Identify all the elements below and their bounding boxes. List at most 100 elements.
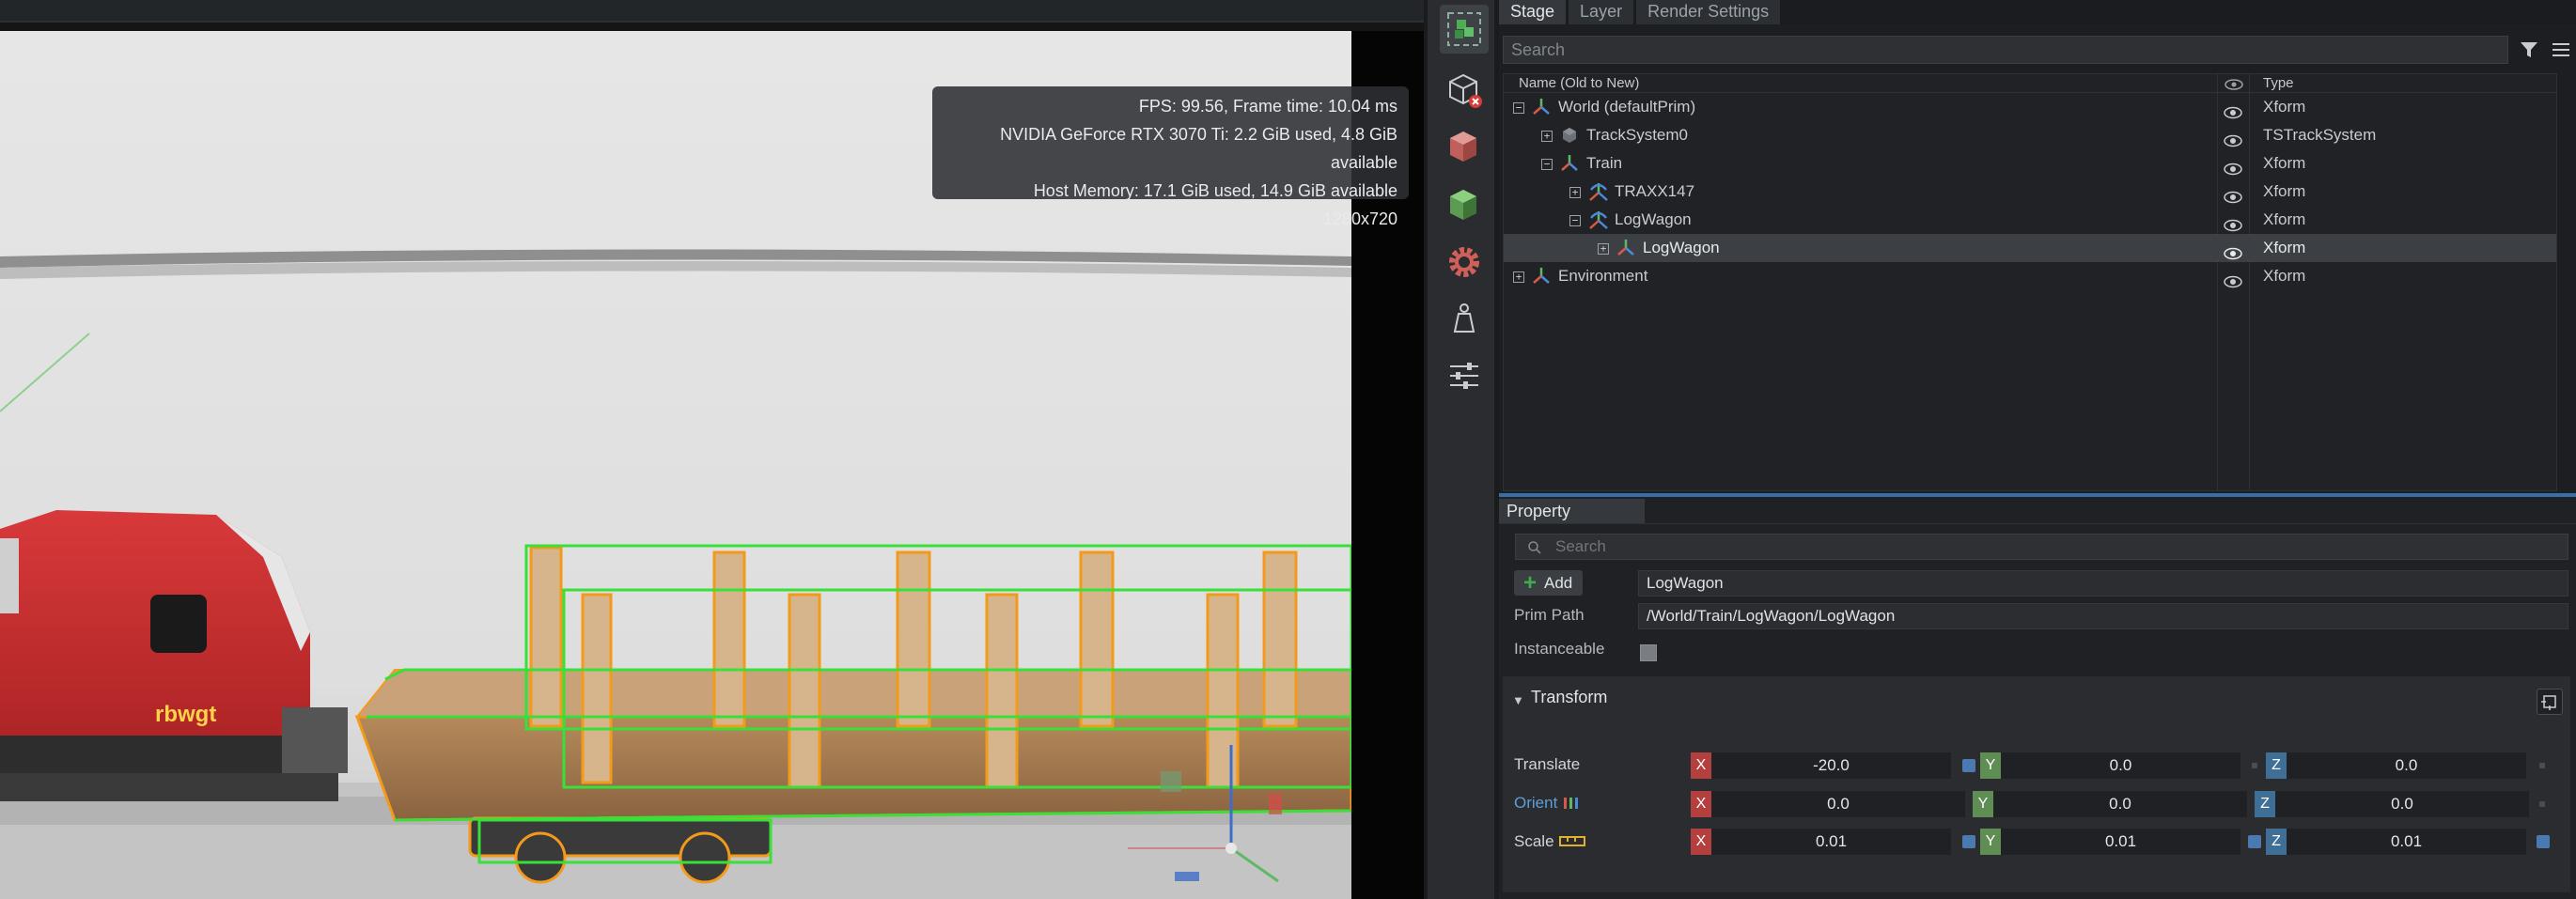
transform-title: Transform — [1531, 688, 1608, 706]
prim-path-field[interactable]: /World/Train/LogWagon/LogWagon — [1638, 603, 2568, 629]
axis-z-badge: Z — [2266, 829, 2287, 855]
tree-row-type: Xform — [2263, 210, 2306, 228]
hamburger-menu-icon[interactable] — [2552, 41, 2570, 63]
axis-x-badge: X — [1691, 829, 1711, 855]
prim-path-label: Prim Path — [1514, 606, 1585, 624]
orient-y-field[interactable]: 0.0 — [1993, 791, 2247, 817]
scale-x-field[interactable]: 0.01 — [1711, 829, 1951, 855]
tree-row-type: TSTrackSystem — [2263, 126, 2377, 144]
stage-search-input[interactable]: Search — [1503, 36, 2508, 64]
expand-icon[interactable]: + — [1513, 271, 1524, 283]
scale-label: Scale — [1514, 832, 1554, 850]
visibility-eye-icon[interactable] — [2224, 270, 2242, 298]
axis-y-badge: Y — [1980, 829, 2001, 855]
sliders-icon[interactable] — [1440, 351, 1489, 400]
green-cube-icon[interactable] — [1440, 180, 1489, 229]
stats-overlay: FPS: 99.56, Frame time: 10.04 ms NVIDIA … — [932, 86, 1409, 228]
default-indicator[interactable] — [2539, 801, 2545, 807]
tree-row-type: Xform — [2263, 267, 2306, 285]
xform-icon — [1532, 267, 1551, 286]
xform-icon — [1560, 154, 1579, 173]
scale-y-field[interactable]: 0.01 — [2001, 829, 2240, 855]
xform-icon — [1616, 239, 1635, 257]
tree-row-train[interactable]: − Train Xform — [1504, 149, 2556, 178]
link-toggle[interactable] — [1962, 759, 1975, 772]
filter-icon[interactable] — [2520, 41, 2538, 63]
tab-render-settings[interactable]: Render Settings — [1636, 0, 1781, 24]
link-toggle[interactable] — [2537, 835, 2550, 848]
instanceable-checkbox[interactable] — [1640, 644, 1657, 661]
expand-icon[interactable]: + — [1541, 131, 1553, 142]
weight-icon[interactable] — [1440, 295, 1489, 344]
tree-row-type: Xform — [2263, 239, 2306, 256]
default-indicator[interactable] — [2252, 763, 2257, 768]
axis-y-badge: Y — [1973, 791, 1993, 817]
tree-row-logwagon[interactable]: − LogWagon Xform — [1504, 206, 2556, 234]
stage-tree[interactable]: Name (Old to New) Type − World (defaultP… — [1503, 73, 2557, 491]
column-type-header[interactable]: Type — [2263, 74, 2294, 93]
rigid-body-icon — [1588, 182, 1608, 201]
link-toggle[interactable] — [1962, 835, 1975, 848]
expand-icon[interactable]: + — [1569, 187, 1581, 198]
tree-row-name: TrackSystem0 — [1586, 126, 1689, 144]
locomotive-logo: rbwgt — [155, 702, 216, 727]
collapse-caret-icon[interactable]: ▼ — [1512, 693, 1524, 707]
tree-row-name: TRAXX147 — [1615, 182, 1695, 200]
axis-x-badge: X — [1691, 791, 1711, 817]
tab-layer[interactable]: Layer — [1569, 0, 1634, 24]
transform-options-icon[interactable] — [2537, 689, 2563, 715]
translate-z-field[interactable]: 0.0 — [2287, 752, 2526, 779]
link-toggle[interactable] — [2248, 835, 2261, 848]
host-memory-text: Host Memory: 17.1 GiB used, 14.9 GiB ava… — [1033, 181, 1397, 200]
scale-link-icon[interactable] — [1559, 833, 1585, 853]
transform-section: ▼ Transform Translate X -20.0 Y 0.0 Z 0.… — [1503, 676, 2570, 892]
axis-z-badge: Z — [2266, 752, 2287, 779]
collapse-icon[interactable]: − — [1541, 159, 1553, 170]
search-icon — [1527, 540, 1542, 560]
tree-row-traxx147[interactable]: + TRAXX147 Xform — [1504, 178, 2556, 206]
orient-z-field[interactable]: 0.0 — [2275, 791, 2529, 817]
viewport[interactable]: rbwgt FPS: 99.56, Frame time: 10.04 ms N… — [0, 0, 1424, 899]
expand-icon[interactable]: + — [1598, 243, 1609, 255]
tree-row-logwagon-child[interactable]: + LogWagon Xform — [1504, 234, 2556, 262]
translate-y-field[interactable]: 0.0 — [2001, 752, 2240, 779]
primitive-cube-delete-icon[interactable] — [1440, 66, 1489, 115]
settings-gear-icon[interactable] — [1440, 238, 1489, 287]
scale-z-field[interactable]: 0.01 — [2287, 829, 2526, 855]
stage-panel: Stage Layer Render Settings Search Name … — [1499, 0, 2576, 493]
divider — [1499, 523, 2576, 524]
translate-x-field[interactable]: -20.0 — [1711, 752, 1951, 779]
tree-row-type: Xform — [2263, 98, 2306, 116]
tree-row-environment[interactable]: + Environment Xform — [1504, 262, 2556, 290]
tree-row-type: Xform — [2263, 182, 2306, 200]
orient-label[interactable]: Orient — [1514, 794, 1557, 813]
collapse-icon[interactable]: − — [1513, 102, 1524, 114]
orient-x-field[interactable]: 0.0 — [1711, 791, 1965, 817]
axis-x-badge: X — [1691, 752, 1711, 779]
collapse-icon[interactable]: − — [1569, 215, 1581, 226]
gpu-text: NVIDIA GeForce RTX 3070 Ti: 2.2 GiB used… — [1000, 125, 1397, 172]
instanceable-label: Instanceable — [1514, 640, 1605, 658]
property-search-input[interactable]: Search — [1515, 534, 2568, 560]
tree-header: Name (Old to New) Type — [1504, 74, 2556, 93]
tool-bar — [1424, 0, 1499, 899]
material-cube-icon[interactable] — [1440, 122, 1489, 171]
tree-row-tracksystem[interactable]: + TrackSystem0 TSTrackSystem — [1504, 121, 2556, 149]
prim-name-field[interactable]: LogWagon — [1638, 570, 2568, 597]
tree-row-world[interactable]: − World (defaultPrim) Xform — [1504, 93, 2556, 121]
property-panel: Property Search Add + LogWagon Prim Path… — [1499, 493, 2576, 899]
resolution-text: 1280x720 — [1322, 209, 1397, 228]
tab-stage[interactable]: Stage — [1499, 0, 1567, 24]
column-name-header[interactable]: Name (Old to New) — [1519, 74, 1639, 93]
axis-y-badge: Y — [1980, 752, 2001, 779]
tab-property[interactable]: Property — [1499, 499, 1645, 524]
tree-row-name: Environment — [1558, 267, 1648, 285]
track-system-icon — [1560, 126, 1579, 145]
default-indicator[interactable] — [2539, 763, 2545, 768]
select-mode-icon[interactable] — [1440, 5, 1489, 54]
translate-label: Translate — [1514, 755, 1581, 773]
orient-mode-icon[interactable] — [1563, 796, 1580, 815]
transform-header[interactable]: ▼ Transform — [1503, 676, 2570, 723]
tree-row-name: Train — [1586, 154, 1623, 172]
fps-text: FPS: 99.56, Frame time: 10.04 ms — [1138, 97, 1397, 116]
